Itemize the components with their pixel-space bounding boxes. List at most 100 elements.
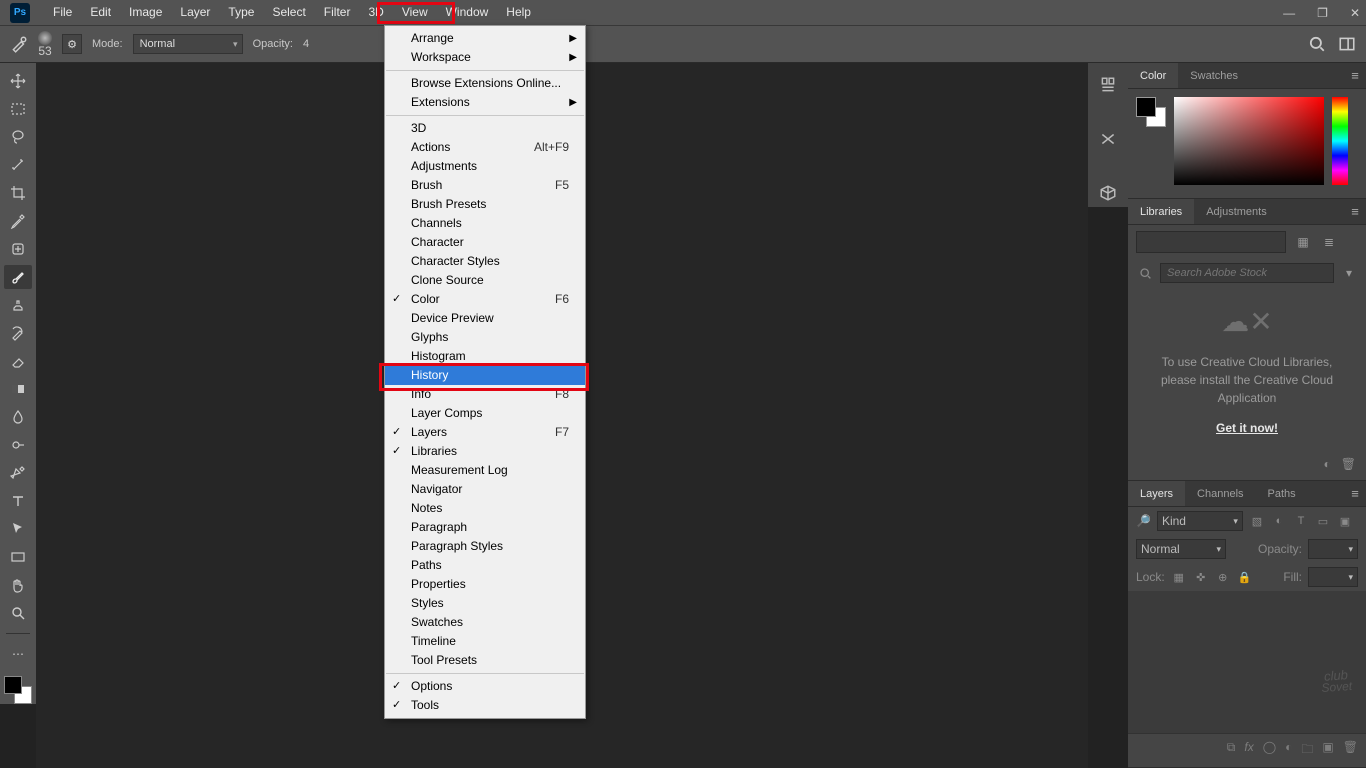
dock-history-icon[interactable] — [1093, 71, 1123, 99]
menu-item-notes[interactable]: Notes — [385, 499, 585, 518]
dock-3d-icon[interactable] — [1093, 179, 1123, 207]
menu-item-channels[interactable]: Channels — [385, 214, 585, 233]
hue-slider[interactable] — [1332, 97, 1348, 185]
menu-3d[interactable]: 3D — [359, 0, 392, 25]
type-tool-icon[interactable] — [4, 489, 32, 513]
clone-stamp-tool-icon[interactable] — [4, 293, 32, 317]
menu-item-timeline[interactable]: Timeline — [385, 632, 585, 651]
menu-item-measurement-log[interactable]: Measurement Log — [385, 461, 585, 480]
crop-tool-icon[interactable] — [4, 181, 32, 205]
healing-brush-tool-icon[interactable] — [4, 237, 32, 261]
layer-mask-icon[interactable]: ◯ — [1263, 740, 1276, 761]
lock-pixels-icon[interactable]: ▦ — [1171, 569, 1187, 585]
foreground-background-swatch[interactable] — [1136, 97, 1166, 127]
tab-adjustments[interactable]: Adjustments — [1194, 199, 1279, 224]
menu-item-character-styles[interactable]: Character Styles — [385, 252, 585, 271]
layer-fx-icon[interactable]: fx — [1244, 740, 1253, 761]
filter-adjust-icon[interactable]: ◐ — [1271, 513, 1287, 529]
lock-all-icon[interactable]: 🔒 — [1237, 569, 1253, 585]
trash-icon[interactable]: 🗑 — [1343, 740, 1358, 761]
menu-item-layers[interactable]: Layers✓F7 — [385, 423, 585, 442]
blend-mode-select[interactable]: Normal — [133, 34, 243, 54]
menu-item-styles[interactable]: Styles — [385, 594, 585, 613]
move-tool-icon[interactable] — [4, 69, 32, 93]
history-brush-tool-icon[interactable] — [4, 321, 32, 345]
menu-item-paths[interactable]: Paths — [385, 556, 585, 575]
brush-tool-icon[interactable] — [4, 265, 32, 289]
magic-wand-tool-icon[interactable] — [4, 153, 32, 177]
menu-item-arrange[interactable]: Arrange▶ — [385, 29, 585, 48]
menu-view[interactable]: View — [393, 0, 437, 25]
panel-menu-icon[interactable]: ≡ — [1344, 481, 1366, 506]
window-maximize-icon[interactable]: ❐ — [1317, 6, 1328, 20]
menu-item-brush-presets[interactable]: Brush Presets — [385, 195, 585, 214]
menu-filter[interactable]: Filter — [315, 0, 360, 25]
layers-list[interactable] — [1128, 591, 1366, 733]
menu-item-browse-extensions-online-[interactable]: Browse Extensions Online... — [385, 74, 585, 93]
eraser-tool-icon[interactable] — [4, 349, 32, 373]
tab-paths[interactable]: Paths — [1256, 481, 1308, 506]
filter-type-icon[interactable]: T — [1293, 513, 1309, 529]
menu-item-info[interactable]: InfoF8 — [385, 385, 585, 404]
menu-edit[interactable]: Edit — [81, 0, 120, 25]
panel-menu-icon[interactable]: ≡ — [1344, 63, 1366, 88]
menu-item-clone-source[interactable]: Clone Source — [385, 271, 585, 290]
pen-tool-icon[interactable] — [4, 461, 32, 485]
dock-properties-icon[interactable] — [1093, 125, 1123, 153]
rectangle-tool-icon[interactable] — [4, 545, 32, 569]
brush-settings-icon[interactable]: ⚙ — [62, 34, 82, 54]
lock-position-icon[interactable]: ✜ — [1193, 569, 1209, 585]
window-close-icon[interactable]: ✕ — [1350, 6, 1360, 20]
menu-item-glyphs[interactable]: Glyphs — [385, 328, 585, 347]
layer-filter-select[interactable]: Kind — [1157, 511, 1243, 531]
color-swatches[interactable] — [4, 676, 32, 704]
menu-type[interactable]: Type — [219, 0, 263, 25]
stock-dropdown-icon[interactable]: ▾ — [1340, 264, 1358, 282]
gradient-tool-icon[interactable] — [4, 377, 32, 401]
new-layer-icon[interactable]: ▣ — [1322, 740, 1333, 761]
filter-shape-icon[interactable]: ▭ — [1315, 513, 1331, 529]
tab-swatches[interactable]: Swatches — [1178, 63, 1250, 88]
hand-tool-icon[interactable] — [4, 573, 32, 597]
group-icon[interactable]: 🗀 — [1301, 740, 1313, 761]
grid-view-icon[interactable]: ▦ — [1294, 233, 1312, 251]
menu-item-tools[interactable]: Tools✓ — [385, 696, 585, 715]
tool-preset-icon[interactable] — [10, 35, 28, 53]
path-selection-tool-icon[interactable] — [4, 517, 32, 541]
get-it-now-link[interactable]: Get it now! — [1216, 419, 1278, 437]
menu-item-history[interactable]: History — [385, 366, 585, 385]
menu-item-options[interactable]: Options✓ — [385, 677, 585, 696]
dodge-tool-icon[interactable] — [4, 433, 32, 457]
menu-item-color[interactable]: Color✓F6 — [385, 290, 585, 309]
filter-pixel-icon[interactable]: ▧ — [1249, 513, 1265, 529]
zoom-tool-icon[interactable] — [4, 601, 32, 625]
library-select[interactable] — [1136, 231, 1286, 253]
menu-item-brush[interactable]: BrushF5 — [385, 176, 585, 195]
search-icon[interactable] — [1308, 35, 1326, 53]
menu-image[interactable]: Image — [120, 0, 171, 25]
stock-search-input[interactable] — [1160, 263, 1334, 283]
trash-icon[interactable]: 🗑 — [1341, 457, 1356, 471]
lock-artboard-icon[interactable]: ⊕ — [1215, 569, 1231, 585]
marquee-tool-icon[interactable] — [4, 97, 32, 121]
layer-opacity-input[interactable] — [1308, 539, 1358, 559]
menu-file[interactable]: File — [44, 0, 81, 25]
color-field[interactable] — [1174, 97, 1324, 185]
menu-item-extensions[interactable]: Extensions▶ — [385, 93, 585, 112]
menu-item-3d[interactable]: 3D — [385, 119, 585, 138]
menu-item-character[interactable]: Character — [385, 233, 585, 252]
menu-select[interactable]: Select — [263, 0, 314, 25]
link-layers-icon[interactable]: ⧉ — [1227, 740, 1236, 761]
edit-toolbar-icon[interactable]: ⋯ — [4, 642, 32, 666]
blend-mode-select[interactable]: Normal — [1136, 539, 1226, 559]
lasso-tool-icon[interactable] — [4, 125, 32, 149]
adjustment-layer-icon[interactable]: ◐ — [1285, 740, 1292, 761]
tab-channels[interactable]: Channels — [1185, 481, 1255, 506]
menu-item-paragraph[interactable]: Paragraph — [385, 518, 585, 537]
menu-item-libraries[interactable]: Libraries✓ — [385, 442, 585, 461]
menu-item-adjustments[interactable]: Adjustments — [385, 157, 585, 176]
menu-item-swatches[interactable]: Swatches — [385, 613, 585, 632]
menu-layer[interactable]: Layer — [171, 0, 219, 25]
tab-color[interactable]: Color — [1128, 63, 1178, 88]
menu-item-layer-comps[interactable]: Layer Comps — [385, 404, 585, 423]
